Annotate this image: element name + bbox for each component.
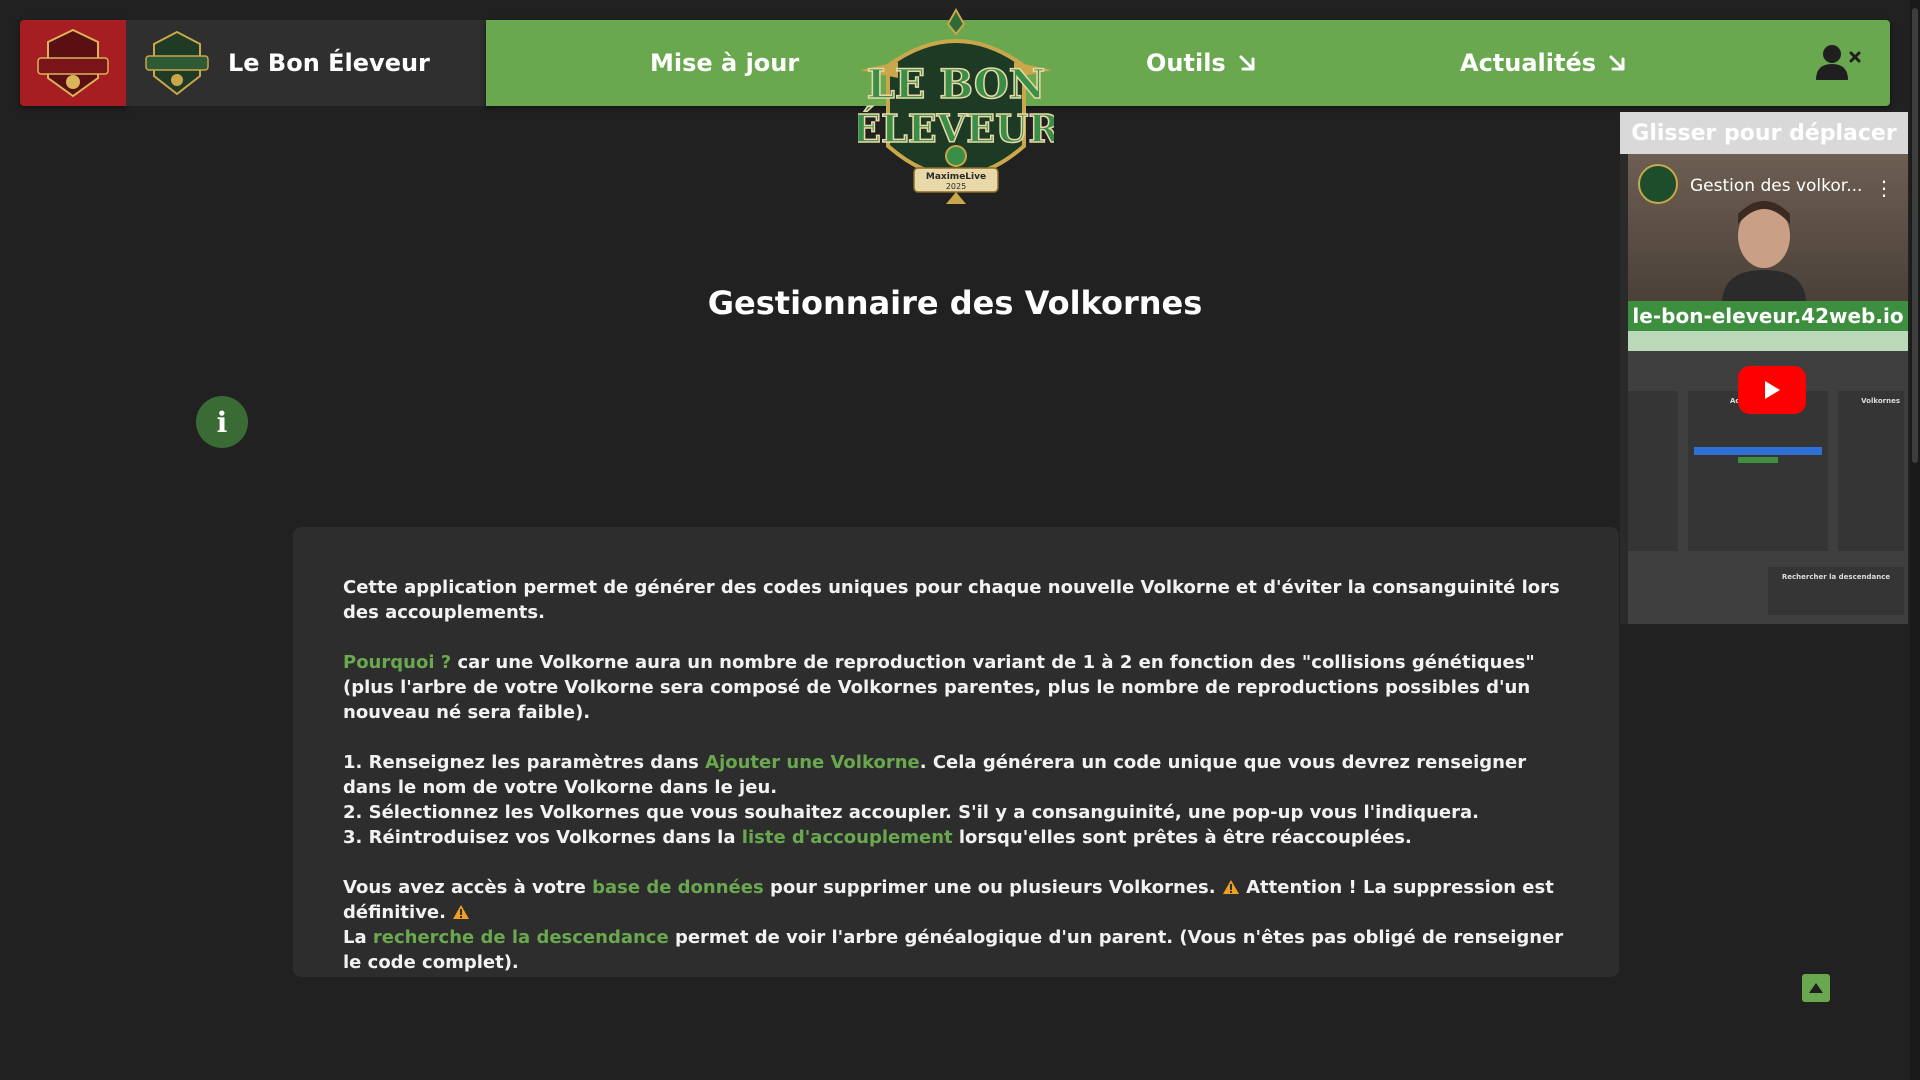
preview-panel-descendance: Rechercher la descendance: [1768, 567, 1904, 615]
presenter-thumbnail: [1722, 201, 1806, 304]
page-scrollbar[interactable]: [1910, 0, 1920, 1080]
why-label: Pourquoi ?: [343, 652, 452, 673]
scrollbar-thumb[interactable]: [1912, 8, 1918, 463]
desc-pre: La: [343, 927, 373, 948]
video-url-banner: le-bon-eleveur.42web.io: [1628, 301, 1908, 331]
user-account-button[interactable]: [1816, 44, 1862, 84]
preview-panel-left: [1628, 391, 1678, 551]
red-logo-link[interactable]: [20, 20, 126, 106]
center-logo-line1: LE BON: [867, 61, 1046, 108]
user-remove-icon: [1816, 45, 1861, 80]
preview-label-descendance: Rechercher la descendance: [1781, 573, 1891, 581]
video-preview-band: [1628, 331, 1908, 351]
preview-panel-volkornes: Volkornes: [1838, 391, 1904, 551]
nav-outils[interactable]: Outils: [1146, 20, 1256, 106]
nav-actualites-label: Actualités: [1460, 49, 1597, 77]
steps-paragraph: 1. Renseignez les paramètres dans Ajoute…: [343, 750, 1569, 850]
db-pre: Vous avez accès à votre: [343, 877, 593, 898]
caret-up-icon: [1809, 983, 1823, 993]
db-post: pour supprimer une ou plusieurs Volkorne…: [763, 877, 1222, 898]
descendance-search-link[interactable]: recherche de la descendance: [373, 927, 669, 948]
intro-paragraph: Cette application permet de générer des …: [343, 575, 1569, 625]
preview-label-volkornes: Volkornes: [1861, 397, 1900, 405]
intro-text: Cette application permet de générer des …: [343, 577, 1560, 623]
drag-handle[interactable]: Glisser pour déplacer: [1620, 112, 1908, 154]
info-icon: i: [216, 405, 228, 439]
center-logo-year: 2025: [946, 182, 966, 191]
instructions-card: Cette application permet de générer des …: [293, 527, 1619, 977]
main-navbar: Mise à jour Outils Actualités: [486, 20, 1890, 106]
video-more-menu-icon[interactable]: ⋮: [1874, 176, 1894, 200]
center-logo-line2: ÉLEVEUR: [858, 106, 1054, 151]
preview-panel-accouplement: Accouplement: [1688, 391, 1828, 551]
step3-pre: 3. Réintroduisez vos Volkornes dans la: [343, 827, 742, 848]
video-title[interactable]: Gestion des volkor...: [1690, 176, 1862, 196]
brand-label: Le Bon Éleveur: [228, 49, 430, 77]
warning-icon: [453, 905, 470, 919]
why-paragraph: Pourquoi ? car une Volkorne aura un nomb…: [343, 650, 1569, 725]
step3-post: lorsqu'elles sont prêtes à être réaccoup…: [952, 827, 1412, 848]
le-bon-eleveur-center-logo: LE BON ÉLEVEUR MaximeLive 2025: [858, 7, 1054, 204]
scroll-to-top-button[interactable]: [1802, 974, 1830, 1002]
warning-icon: [1222, 880, 1239, 894]
add-volkorne-link[interactable]: Ajouter une Volkorne: [705, 752, 920, 773]
nav-mise-a-jour-label: Mise à jour: [650, 49, 800, 77]
le-bon-entraineur-logo: [37, 28, 109, 98]
info-button[interactable]: i: [196, 396, 248, 448]
database-paragraph: Vous avez accès à votre base de données …: [343, 875, 1569, 975]
floating-video-panel: Glisser pour déplacer Gestion des volkor…: [1620, 112, 1908, 624]
channel-avatar[interactable]: [1638, 164, 1678, 204]
arrow-down-right-icon: [1609, 55, 1625, 71]
brand-home-link[interactable]: Le Bon Éleveur: [126, 20, 486, 106]
database-link[interactable]: base de données: [592, 877, 764, 898]
play-button[interactable]: [1738, 366, 1806, 414]
breeding-list-link[interactable]: liste d'accouplement: [742, 827, 953, 848]
step2-text: 2. Sélectionnez les Volkornes que vous s…: [343, 802, 1479, 823]
arrow-down-right-icon: [1239, 55, 1255, 71]
nav-outils-label: Outils: [1146, 49, 1226, 77]
center-logo-sub: MaximeLive: [926, 172, 986, 182]
nav-mise-a-jour[interactable]: Mise à jour: [650, 20, 799, 106]
step1-pre: 1. Renseignez les paramètres dans: [343, 752, 706, 773]
le-bon-eleveur-small-logo: [145, 30, 209, 96]
nav-actualites[interactable]: Actualités: [1460, 20, 1626, 106]
why-text: car une Volkorne aura un nombre de repro…: [343, 652, 1535, 723]
play-icon: [1765, 381, 1780, 399]
youtube-embed[interactable]: Gestion des volkor... ⋮ le-bon-eleveur.4…: [1628, 154, 1908, 624]
